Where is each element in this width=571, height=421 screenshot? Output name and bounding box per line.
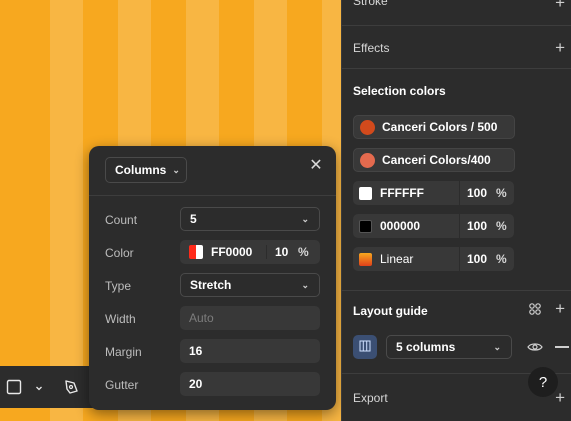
layout-guide-styles-icon[interactable] <box>528 302 542 319</box>
type-value: Stretch <box>190 278 232 292</box>
color-dot <box>360 119 375 135</box>
export-section-title: Export <box>353 391 388 405</box>
chevron-down-icon: ⌄ <box>493 341 501 352</box>
layout-grid-popup: Columns ⌄ ✕ Count 5 ⌄ Color FF0000 10 % … <box>89 146 336 410</box>
percent-unit: % <box>496 252 507 266</box>
stroke-section-title: Stroke <box>353 0 388 8</box>
color-swatch[interactable] <box>189 245 203 259</box>
eye-icon[interactable] <box>527 340 543 357</box>
style-name: Canceri Colors / 500 <box>382 120 498 134</box>
count-select[interactable]: 5 ⌄ <box>180 207 320 231</box>
layout-guide-select[interactable]: 5 columns ⌄ <box>386 335 512 359</box>
gradient-swatch[interactable] <box>359 252 372 266</box>
gutter-label: Gutter <box>105 378 139 392</box>
add-export-icon[interactable]: + <box>555 389 565 406</box>
chevron-down-icon: ⌄ <box>172 164 180 175</box>
color-opacity: 100 <box>467 186 488 200</box>
percent-unit: % <box>496 186 507 200</box>
color-field[interactable]: FF0000 10 % <box>180 240 320 264</box>
margin-input[interactable]: 16 <box>180 339 320 363</box>
selection-colors-title: Selection colors <box>353 84 446 98</box>
type-label: Type <box>105 279 132 293</box>
properties-panel: Stroke + Effects + Selection colors Canc… <box>341 0 571 421</box>
grid-type-label: Columns <box>115 163 167 177</box>
layout-grid-settings-button[interactable] <box>353 335 377 359</box>
gutter-input[interactable]: 20 <box>180 372 320 396</box>
chevron-down-icon: ⌄ <box>301 213 309 224</box>
color-opacity-field[interactable]: 100 % <box>460 214 514 238</box>
color-opacity-field[interactable]: 100 % <box>460 181 514 205</box>
close-icon[interactable]: ✕ <box>308 158 324 174</box>
color-opacity: 100 <box>467 219 488 233</box>
remove-layout-guide-icon[interactable] <box>555 346 569 348</box>
width-input[interactable]: Auto <box>180 306 320 330</box>
style-name: Canceri Colors/400 <box>382 153 491 167</box>
divider <box>342 290 571 291</box>
divider <box>342 68 571 69</box>
add-effect-icon[interactable]: + <box>555 39 565 56</box>
frame-tool-icon[interactable] <box>6 379 22 398</box>
add-stroke-icon[interactable]: + <box>555 0 565 11</box>
width-label: Width <box>105 312 136 326</box>
color-hex-field[interactable]: 000000 <box>353 214 459 238</box>
color-opacity-unit: % <box>298 245 309 259</box>
grid-type-select[interactable]: Columns ⌄ <box>105 157 187 183</box>
layout-guide-title: Layout guide <box>353 304 428 318</box>
gradient-opacity: 100 <box>467 252 488 266</box>
count-value: 5 <box>190 212 197 226</box>
color-swatch[interactable] <box>359 186 372 200</box>
chevron-down-icon[interactable] <box>34 382 44 396</box>
color-dot <box>360 152 375 168</box>
add-layout-guide-icon[interactable]: + <box>555 300 565 317</box>
color-opacity-input[interactable]: 10 <box>266 245 298 259</box>
chevron-down-icon: ⌄ <box>301 279 309 290</box>
color-hex: 000000 <box>380 219 421 233</box>
layout-guide-value: 5 columns <box>396 340 456 354</box>
margin-label: Margin <box>105 345 142 359</box>
style-chip-canceri-500[interactable]: Canceri Colors / 500 <box>353 115 515 139</box>
type-select[interactable]: Stretch ⌄ <box>180 273 320 297</box>
color-label: Color <box>105 246 134 260</box>
columns-grid-icon <box>359 340 371 355</box>
color-hex-input[interactable]: FF0000 <box>211 245 266 259</box>
pen-tool-icon[interactable] <box>62 377 82 400</box>
gradient-field[interactable]: Linear <box>353 247 459 271</box>
color-swatch[interactable] <box>359 219 372 233</box>
color-hex-field[interactable]: FFFFFF <box>353 181 459 205</box>
color-hex: FFFFFF <box>380 186 424 200</box>
percent-unit: % <box>496 219 507 233</box>
count-label: Count <box>105 213 138 227</box>
layout-column <box>50 0 83 421</box>
gradient-type: Linear <box>380 252 414 266</box>
help-button[interactable]: ? <box>528 367 558 397</box>
effects-section-title: Effects <box>353 41 390 55</box>
gradient-opacity-field[interactable]: 100 % <box>460 247 514 271</box>
divider <box>342 25 571 26</box>
divider <box>89 195 336 196</box>
style-chip-canceri-400[interactable]: Canceri Colors/400 <box>353 148 515 172</box>
